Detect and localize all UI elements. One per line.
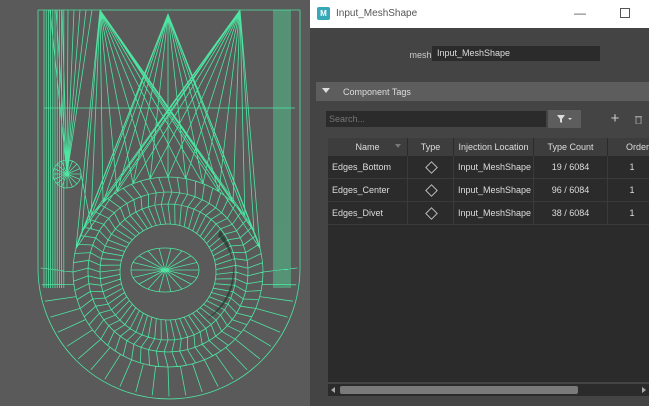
column-header-label: Order: [625, 142, 649, 152]
table-row[interactable]: Edges_Center Input_MeshShape 96 / 6084 1: [328, 179, 649, 202]
component-tags-table: Name Type Injection Location Type Count …: [328, 138, 649, 382]
injection-location: Input_MeshShape: [454, 156, 534, 179]
filter-icon: [557, 115, 572, 123]
mesh-field[interactable]: Input_MeshShape: [432, 46, 600, 61]
scroll-right-icon[interactable]: [642, 387, 646, 393]
type-cell: [408, 179, 454, 202]
section-title: Component Tags: [343, 87, 411, 97]
filter-button[interactable]: [548, 110, 581, 128]
wireframe-mesh: [37, 9, 301, 400]
column-header-type[interactable]: Type: [408, 138, 454, 156]
mesh-label: mesh:: [409, 50, 434, 60]
column-header-label: Type: [420, 142, 441, 152]
scroll-thumb[interactable]: [340, 386, 578, 394]
tag-name: Edges_Bottom: [328, 156, 408, 179]
order: 1: [608, 156, 649, 179]
search-input[interactable]: [326, 111, 546, 127]
column-header-injection-location[interactable]: Injection Location: [454, 138, 534, 156]
column-header-label: Injection Location: [458, 142, 529, 152]
diamond-icon: [425, 207, 438, 220]
component-tags-window: M Input_MeshShape — mesh: Input_MeshShap…: [310, 0, 649, 406]
type-count: 19 / 6084: [534, 156, 608, 179]
order: 1: [608, 202, 649, 225]
column-header-order[interactable]: Order: [608, 138, 649, 156]
trash-icon: [635, 116, 642, 124]
type-cell: [408, 202, 454, 225]
add-tag-button[interactable]: +: [607, 110, 623, 128]
scroll-left-icon[interactable]: [331, 387, 335, 393]
order: 1: [608, 179, 649, 202]
type-count: 96 / 6084: [534, 179, 608, 202]
table-row[interactable]: Edges_Bottom Input_MeshShape 19 / 6084 1: [328, 156, 649, 179]
mesh-row: mesh: Input_MeshShape: [310, 44, 649, 64]
type-count: 38 / 6084: [534, 202, 608, 225]
maximize-button[interactable]: [615, 4, 635, 22]
sort-icon: [395, 144, 401, 148]
delete-tag-button[interactable]: [632, 110, 646, 128]
horizontal-scrollbar[interactable]: [328, 384, 649, 396]
plus-icon: +: [610, 110, 620, 127]
minimize-button[interactable]: —: [570, 4, 590, 22]
column-header-label: Type Count: [547, 142, 594, 152]
maya-icon: M: [317, 7, 330, 20]
diamond-icon: [425, 184, 438, 197]
table-row[interactable]: Edges_Divet Input_MeshShape 38 / 6084 1: [328, 202, 649, 225]
column-header-name[interactable]: Name: [328, 138, 408, 156]
tag-name: Edges_Divet: [328, 202, 408, 225]
type-cell: [408, 156, 454, 179]
component-tags-header[interactable]: Component Tags: [316, 82, 649, 101]
window-title: Input_MeshShape: [336, 8, 418, 19]
column-header-type-count[interactable]: Type Count: [534, 138, 608, 156]
title-bar[interactable]: M Input_MeshShape —: [310, 0, 649, 28]
maximize-icon: [620, 8, 630, 18]
injection-location: Input_MeshShape: [454, 179, 534, 202]
collapse-arrow-icon[interactable]: [322, 88, 330, 93]
wireframe-edges: [37, 9, 301, 400]
column-header-label: Name: [355, 142, 380, 152]
viewport-3d[interactable]: [0, 0, 310, 406]
minimize-icon: —: [574, 6, 586, 20]
diamond-icon: [425, 161, 438, 174]
injection-location: Input_MeshShape: [454, 202, 534, 225]
tag-name: Edges_Center: [328, 179, 408, 202]
